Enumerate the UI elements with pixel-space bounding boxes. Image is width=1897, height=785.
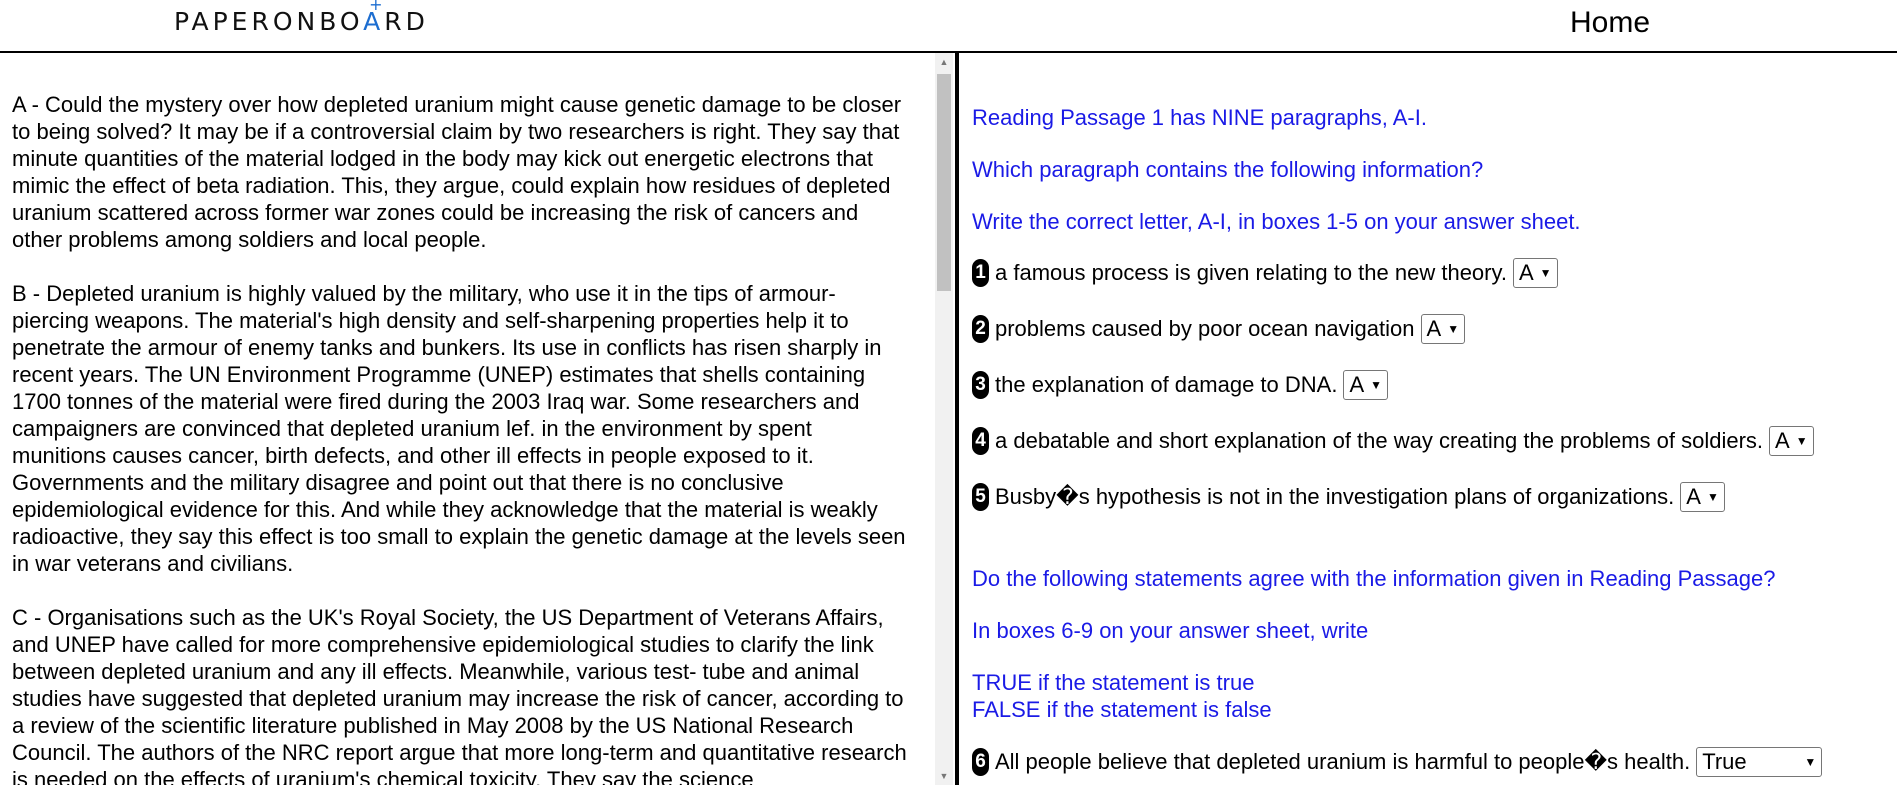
question-5: 5 Busby�s hypothesis is not in the inves… <box>972 482 1725 512</box>
chevron-down-icon: ▼ <box>1370 378 1383 392</box>
logo-text-left: PAPERONBO <box>174 7 364 36</box>
scroll-thumb[interactable] <box>937 74 951 291</box>
chevron-down-icon: ▼ <box>1795 434 1808 448</box>
instruction-tf-agree: Do the following statements agree with t… <box>972 566 1776 591</box>
question-number-badge: 2 <box>972 315 989 343</box>
question-4: 4 a debatable and short explanation of t… <box>972 426 1814 456</box>
answer-select-3[interactable]: A ▼ <box>1343 370 1389 400</box>
question-text: problems caused by poor ocean navigation <box>995 316 1415 341</box>
question-text: Busby�s hypothesis is not in the investi… <box>995 484 1675 509</box>
logo-a-letter: A + <box>363 0 384 36</box>
questions-pane[interactable]: Reading Passage 1 has NINE paragraphs, A… <box>959 53 1897 785</box>
logo[interactable]: PAPERONBOA + RD <box>174 0 429 36</box>
home-link[interactable]: Home <box>1570 6 1650 40</box>
question-text: a debatable and short explanation of the… <box>995 428 1764 453</box>
passage-scrollbar[interactable]: ▲ ▼ <box>935 53 953 785</box>
logo-plus-mark: + <box>369 0 387 14</box>
question-text: All people believe that depleted uranium… <box>995 749 1691 774</box>
question-number-badge: 6 <box>972 748 989 776</box>
instruction-tf-boxes: In boxes 6-9 on your answer sheet, write <box>972 618 1369 643</box>
paragraph-b: B - Depleted uranium is highly valued by… <box>12 281 906 576</box>
instruction-tf-true: TRUE if the statement is true <box>972 670 1255 695</box>
chevron-down-icon: ▼ <box>1447 322 1460 336</box>
question-1: 1 a famous process is given relating to … <box>972 258 1558 288</box>
instruction-paragraphs: Reading Passage 1 has NINE paragraphs, A… <box>972 105 1427 130</box>
answer-select-6[interactable]: True ▼ <box>1696 747 1823 777</box>
answer-value: A <box>1349 372 1365 397</box>
question-number-badge: 4 <box>972 427 989 455</box>
answer-value: True <box>1702 749 1747 774</box>
paragraph-a: A - Could the mystery over how depleted … <box>12 92 902 252</box>
instruction-write-letter: Write the correct letter, A-I, in boxes … <box>972 209 1581 234</box>
paragraph-c: C - Organisations such as the UK's Royal… <box>12 605 907 785</box>
question-number-badge: 5 <box>972 483 989 511</box>
answer-select-1[interactable]: A ▼ <box>1512 258 1558 288</box>
answer-value: A <box>1518 260 1534 285</box>
chevron-down-icon: ▼ <box>1804 755 1817 769</box>
answer-select-2[interactable]: A ▼ <box>1420 314 1466 344</box>
instruction-tf-false: FALSE if the statement is false <box>972 697 1272 722</box>
question-3: 3 the explanation of damage to DNA. A ▼ <box>972 370 1389 400</box>
answer-value: A <box>1426 316 1442 341</box>
top-header: PAPERONBOA + RD Home <box>0 0 1897 53</box>
question-text: the explanation of damage to DNA. <box>995 372 1338 397</box>
chevron-down-icon: ▼ <box>1706 490 1719 504</box>
question-6: 6 All people believe that depleted urani… <box>972 747 1823 777</box>
passage-pane[interactable]: A - Could the mystery over how depleted … <box>0 53 935 785</box>
question-number-badge: 1 <box>972 259 989 287</box>
question-number-badge: 3 <box>972 371 989 399</box>
question-text: a famous process is given relating to th… <box>995 260 1507 285</box>
scroll-up-arrow-icon[interactable]: ▲ <box>935 55 953 69</box>
answer-select-5[interactable]: A ▼ <box>1680 482 1725 512</box>
reading-passage: A - Could the mystery over how depleted … <box>12 91 907 785</box>
logo-text-right: RD <box>384 7 429 36</box>
answer-value: A <box>1775 428 1790 453</box>
answer-value: A <box>1686 484 1701 509</box>
instruction-which-paragraph: Which paragraph contains the following i… <box>972 157 1484 182</box>
question-2: 2 problems caused by poor ocean navigati… <box>972 314 1466 344</box>
scroll-down-arrow-icon[interactable]: ▼ <box>935 769 953 783</box>
answer-select-4[interactable]: A ▼ <box>1769 426 1814 456</box>
chevron-down-icon: ▼ <box>1539 266 1552 280</box>
